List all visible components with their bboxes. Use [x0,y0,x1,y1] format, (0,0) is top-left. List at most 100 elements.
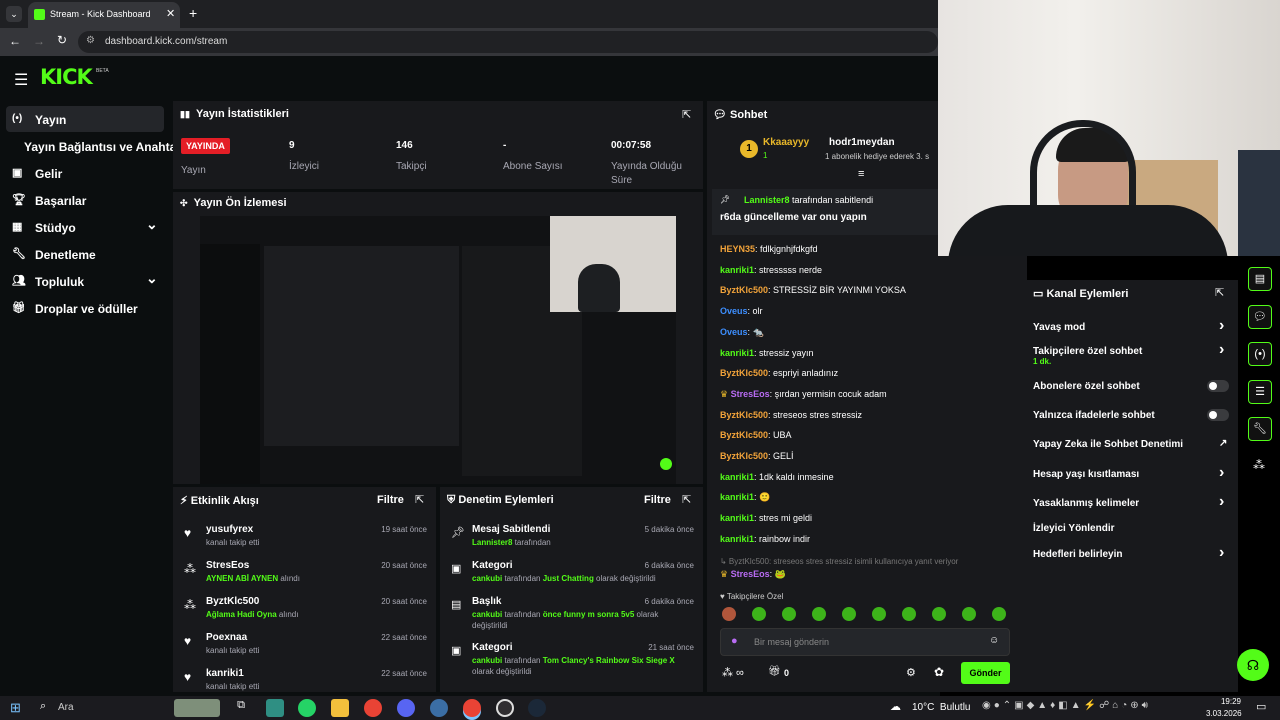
chat-message[interactable]: kanriki1: 🙂 [720,492,770,503]
activity-item[interactable]: ♥ yusufyrex 19 saat önce kanalı takip et… [173,521,436,555]
rail-community-icon[interactable]: ⁂ [1253,458,1265,472]
moderation-user[interactable]: cankubi [472,610,502,619]
moderation-user[interactable]: Lannister8 [472,538,512,547]
chrome-icon[interactable] [364,699,382,717]
pinned-message[interactable]: 📌︎ Lannister8 tarafından sabitlendi r6da… [712,189,938,235]
chrome-active-icon[interactable] [463,699,481,717]
kanal-row[interactable]: Yavaş mod › [1033,317,1233,343]
community-icon[interactable]: ⁂ ∞ [722,666,744,679]
support-button[interactable]: ☊ [1237,649,1269,681]
chat-username[interactable]: kanriki1 [720,265,754,275]
activity-item[interactable]: ♥ kanriki1 22 saat önce kanalı takip ett… [173,665,436,692]
browser-tab[interactable]: Stream - Kick Dashboard ✕ [28,2,180,28]
sidebar-item-studyo[interactable]: ▦ Stüdyo ⌄ [10,216,165,244]
popout-icon[interactable]: ⇱ [415,493,424,506]
chat-message[interactable]: kanriki1: stres mi geldi [720,513,812,523]
gift-user[interactable]: hodr1meydan [829,137,895,148]
menu-icon[interactable]: ☰ [14,70,28,90]
toggle-switch[interactable] [1207,380,1229,392]
chat-message[interactable]: ByztKlc500: UBA [720,430,792,440]
chat-message[interactable]: Oveus: olr [720,306,763,316]
chat-username[interactable]: Oveus [720,327,748,337]
chevron-right-icon[interactable]: › [1219,464,1224,482]
chat-username[interactable]: kanriki1 [720,492,754,502]
reply-message[interactable]: ♛ StresEos: 🐸 [720,569,786,580]
chat-message[interactable]: ByztKlc500: streseos stres stressiz [720,410,862,420]
collapse-icon[interactable]: ≡ [858,168,864,180]
clock-time[interactable]: 19:29 [1216,697,1246,706]
chat-message[interactable]: ByztKlc500: STRESSİZ BİR YAYINMI YOKSA [720,285,906,295]
activity-item[interactable]: ♥ Poexnaa 22 saat önce kanalı takip etti [173,629,436,663]
chat-username[interactable]: kanriki1 [720,513,754,523]
chat-username[interactable]: ByztKlc500 [720,410,768,420]
address-bar[interactable]: ⚙ dashboard.kick.com/stream [78,31,938,53]
kanal-row[interactable]: Takipçilere özel sohbet 1 dk. › [1033,341,1233,367]
rail-stats-button[interactable]: ▤ [1248,267,1272,291]
chat-username[interactable]: kanriki1 [720,534,754,544]
kanal-row[interactable]: Yasaklanmış kelimeler › [1033,493,1233,519]
activity-user[interactable]: yusufyrex [206,524,253,535]
chevron-right-icon[interactable]: › [1219,317,1224,335]
chat-username[interactable]: kanriki1 [720,472,754,482]
chat-message[interactable]: ♛ StresEos: şırdan yermisin cocuk adam [720,389,887,400]
chat-message[interactable]: Oveus: 🐀 [720,327,764,338]
chat-username[interactable]: ByztKlc500 [720,368,768,378]
tab-close-icon[interactable]: ✕ [166,7,175,20]
forward-icon[interactable]: → [33,34,45,48]
chat-message[interactable]: kanriki1: 1dk kaldı inmesine [720,472,834,482]
emote-icon[interactable] [842,607,856,621]
chat-username[interactable]: Oveus [720,306,748,316]
popout-icon[interactable]: ⇱ [682,108,691,121]
send-button[interactable]: Gönder [961,662,1010,684]
sidebar-item-droplar[interactable]: 🎁︎ Droplar ve ödüller [10,301,165,325]
notification-icon[interactable]: ▭ [1256,700,1266,713]
chat-message[interactable]: HEYN35: fdlkjgnhjfdkgfd [720,244,818,254]
moderation-user[interactable]: cankubi [472,574,502,583]
popout-icon[interactable]: ⇱ [1215,286,1224,299]
app-icon-1[interactable] [266,699,284,717]
chat-message[interactable]: kanriki1: stresssss nerde [720,265,822,275]
app-icon-2[interactable] [430,699,448,717]
taskbar-search[interactable]: ⌕ Ara [34,697,224,719]
kanal-row[interactable]: Hesap yaşı kısıtlaması › [1033,464,1233,490]
task-view-icon[interactable]: ⧉ [232,699,250,717]
chevron-right-icon[interactable]: › [1219,341,1224,359]
rail-moderation-button[interactable]: ☰ [1248,380,1272,404]
chat-message[interactable]: kanriki1: stressiz yayın [720,348,814,358]
top-gifter-name[interactable]: Kkaaayyy [763,137,809,148]
sidebar-item-topluluk[interactable]: 👥︎ Topluluk ⌄ [10,270,165,298]
pinned-user[interactable]: Lannister8 [744,195,790,205]
emote-icon[interactable] [752,607,766,621]
sidebar-item-denetleme[interactable]: 🔧︎ Denetleme [10,247,165,271]
emoji-icon[interactable]: ☺ [989,635,999,646]
obs-icon[interactable] [496,699,514,717]
tab-search-button[interactable]: ⌄ [6,6,22,22]
emote-icon[interactable] [872,607,886,621]
whatsapp-icon[interactable] [298,699,316,717]
emote-icon[interactable] [962,607,976,621]
stream-preview-video[interactable] [200,216,676,484]
kanal-row[interactable]: Abonelere özel sohbet [1033,380,1233,402]
chat-username[interactable]: HEYN35 [720,244,755,254]
activity-user[interactable]: ByztKlc500 [206,596,259,607]
emote-icon[interactable] [902,607,916,621]
file-explorer-icon[interactable] [331,699,349,717]
sidebar-item-gelir[interactable]: ▣ Gelir [10,166,165,190]
sidebar-item-stream-key[interactable]: Yayın Bağlantısı ve Anahtarı [10,139,184,163]
chat-username[interactable]: ByztKlc500 [720,430,768,440]
clock-date[interactable]: 3.03.2026 [1206,709,1242,718]
external-link-icon[interactable]: ↗ [1219,438,1227,449]
discord-icon[interactable] [397,699,415,717]
chat-username[interactable]: StresEos [731,389,770,399]
kanal-row[interactable]: İzleyici Yönlendir [1033,522,1233,544]
rail-broadcast-button[interactable]: (•) [1248,342,1272,366]
sidebar-item-yayin[interactable]: (•) Yayın [10,112,165,136]
activity-user[interactable]: kanriki1 [206,668,244,679]
toggle-switch[interactable] [1207,409,1229,421]
new-tab-button[interactable]: + [189,5,197,21]
rail-tools-button[interactable]: 🔧︎ [1248,417,1272,441]
emote-icon[interactable] [932,607,946,621]
activity-user[interactable]: StresEos [206,560,249,571]
moderation-user[interactable]: cankubi [472,656,502,665]
emote-icon[interactable] [722,607,736,621]
